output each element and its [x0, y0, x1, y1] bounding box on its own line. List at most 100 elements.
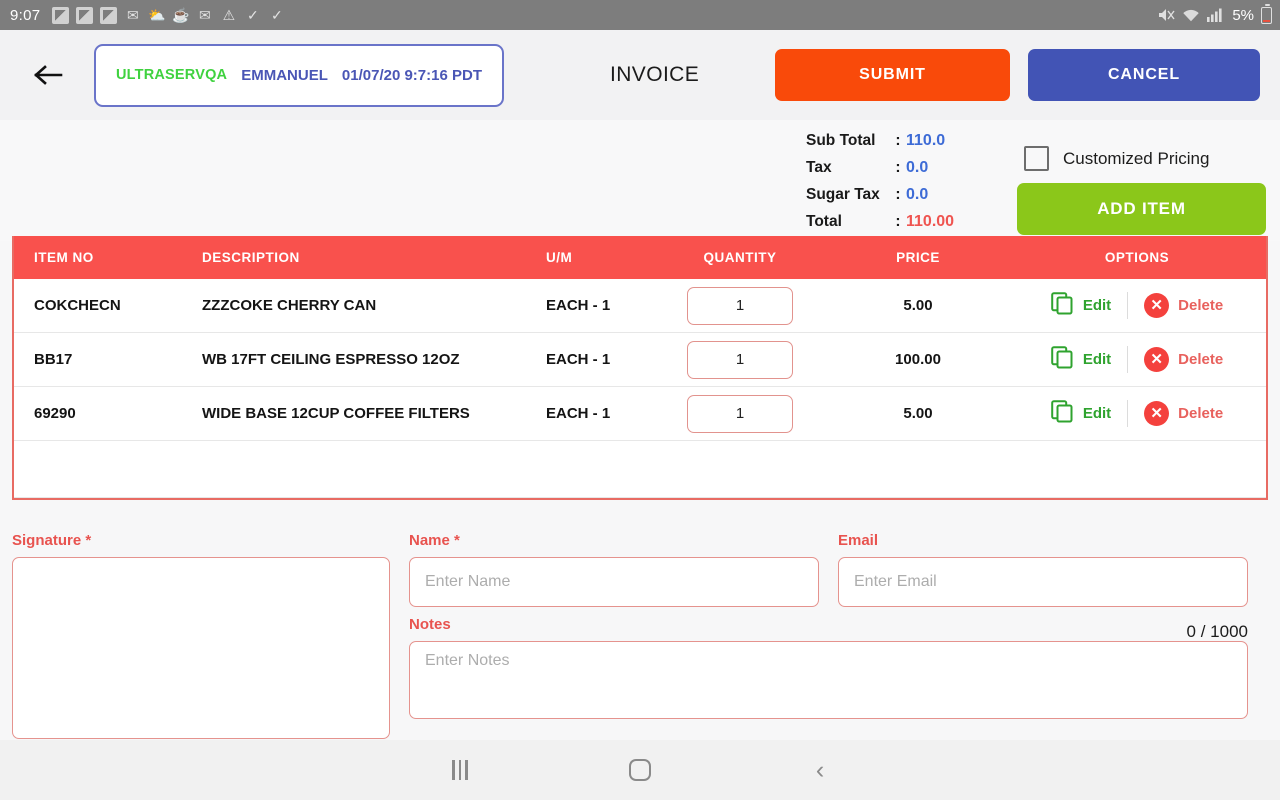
chevron-left-icon: ‹ [815, 755, 825, 784]
totals-block: Sub Total : 110.0 Tax : 0.0 Sugar Tax : … [806, 132, 954, 240]
app-icon [76, 6, 94, 24]
close-icon: ✕ [1144, 293, 1170, 318]
email-field-group: Email [838, 532, 1248, 607]
total-label: Total [806, 213, 842, 230]
quantity-input[interactable] [687, 394, 793, 433]
session-info-chip[interactable]: ULTRASERVQA EMMANUEL 01/07/20 9:7:16 PDT [94, 43, 504, 107]
notes-textarea[interactable] [409, 641, 1248, 719]
quantity-input[interactable] [687, 340, 793, 379]
header-actions: SUBMIT CANCEL [775, 49, 1260, 101]
invoice-items-table: ITEM NO DESCRIPTION U/M QUANTITY PRICE O… [12, 236, 1268, 500]
status-bar-notification-icons: ✉ ⛅ ☕ ✉ ⚠ ✓ ✓ [52, 6, 285, 24]
arrow-left-icon [34, 65, 63, 85]
cell-quantity [652, 394, 828, 433]
gmail-icon: ✉ [127, 6, 139, 23]
cell-description: WB 17FT CEILING ESPRESSO 12OZ [202, 351, 460, 368]
delete-button[interactable]: ✕ Delete [1128, 293, 1239, 318]
signature-field-group: Signature * [12, 532, 390, 739]
subtotal-label: Sub Total [806, 132, 876, 149]
cell-price: 100.00 [895, 351, 941, 368]
add-item-button[interactable]: ADD ITEM [1017, 183, 1266, 235]
session-company-label: ULTRASERVQA [116, 67, 228, 83]
table-row: COKCHECN ZZZCOKE CHERRY CAN EACH - 1 5.0… [14, 279, 1266, 333]
sugar-tax-row: Sugar Tax : 0.0 [806, 186, 954, 213]
home-icon [629, 759, 651, 781]
edit-label: Edit [1082, 351, 1112, 368]
cell-um: EACH - 1 [546, 297, 611, 314]
notes-label: Notes [409, 616, 451, 633]
delete-button[interactable]: ✕ Delete [1128, 401, 1239, 426]
email-input[interactable] [838, 557, 1248, 607]
total-value: 110.00 [906, 213, 955, 230]
app-header: ULTRASERVQA EMMANUEL 01/07/20 9:7:16 PDT… [0, 30, 1280, 120]
sugar-tax-label: Sugar Tax [806, 186, 880, 203]
cell-description: WIDE BASE 12CUP COFFEE FILTERS [202, 405, 470, 422]
tax-value: 0.0 [906, 159, 929, 176]
cancel-button[interactable]: CANCEL [1028, 49, 1260, 101]
invoice-screen: 9:07 ✉ ⛅ ☕ ✉ ⚠ ✓ ✓ 5% ULTRASERVQA EMMANU… [0, 0, 1280, 800]
cell-quantity [652, 340, 828, 379]
cell-options: Edit ✕ Delete [1008, 346, 1266, 373]
delete-label: Delete [1178, 297, 1224, 314]
status-bar: 9:07 ✉ ⛅ ☕ ✉ ⚠ ✓ ✓ 5% [0, 0, 1280, 30]
back-nav-button[interactable]: ‹ [730, 755, 910, 784]
mail-icon: ✉ [199, 6, 211, 23]
cell-um: EACH - 1 [546, 405, 611, 422]
cell-options: Edit ✕ Delete [1008, 400, 1266, 427]
name-input[interactable] [409, 557, 819, 607]
customized-pricing-label: Customized Pricing [1063, 148, 1210, 168]
customized-pricing-toggle[interactable]: Customized Pricing [1024, 146, 1209, 171]
cell-um: EACH - 1 [546, 351, 611, 368]
status-bar-clock: 9:07 [10, 6, 41, 24]
notes-field-group: Notes 0 / 1000 [409, 616, 1248, 724]
column-header-options: OPTIONS [1104, 250, 1170, 265]
wifi-icon [1182, 8, 1200, 23]
tax-colon: : [895, 159, 901, 176]
column-header-quantity: QUANTITY [703, 250, 777, 265]
close-icon: ✕ [1144, 401, 1170, 426]
column-header-description: DESCRIPTION [202, 250, 300, 265]
battery-percent-label: 5% [1232, 6, 1254, 24]
column-header-item-no: ITEM NO [34, 250, 94, 265]
delete-button[interactable]: ✕ Delete [1128, 347, 1239, 372]
battery-icon [1261, 4, 1272, 24]
signature-canvas[interactable] [12, 557, 390, 739]
sugar-tax-colon: : [895, 186, 901, 203]
quantity-input[interactable] [687, 286, 793, 325]
subtotal-value: 110.0 [906, 132, 946, 149]
tax-label: Tax [806, 159, 832, 176]
recents-button[interactable] [370, 760, 550, 780]
back-button[interactable] [26, 52, 72, 98]
edit-label: Edit [1082, 297, 1112, 314]
name-label: Name * [409, 532, 460, 549]
cell-description: ZZZCOKE CHERRY CAN [202, 297, 377, 314]
app-icon [100, 6, 118, 24]
signal-icon [1207, 8, 1223, 22]
name-field-group: Name * [409, 532, 819, 607]
coffee-icon: ☕ [172, 6, 190, 23]
customized-pricing-checkbox[interactable] [1024, 146, 1049, 171]
edit-button[interactable]: Edit [1035, 292, 1127, 319]
weather-icon: ⛅ [148, 6, 166, 23]
home-button[interactable] [550, 759, 730, 781]
tax-row: Tax : 0.0 [806, 159, 954, 186]
close-icon: ✕ [1144, 347, 1170, 372]
table-row: BB17 WB 17FT CEILING ESPRESSO 12OZ EACH … [14, 333, 1266, 387]
total-colon: : [895, 213, 901, 230]
recents-icon [452, 760, 468, 780]
cell-item-no: 69290 [34, 405, 76, 422]
edit-button[interactable]: Edit [1035, 400, 1127, 427]
cell-price: 5.00 [903, 297, 933, 314]
cell-item-no: BB17 [34, 351, 73, 368]
copy-icon [1051, 292, 1074, 319]
session-datetime-label: 01/07/20 9:7:16 PDT [341, 66, 482, 84]
app-icon [52, 6, 70, 24]
submit-button[interactable]: SUBMIT [775, 49, 1010, 101]
signature-label: Signature * [12, 532, 92, 549]
session-user-label: EMMANUEL [241, 66, 328, 84]
signature-form: Signature * Name * Email Notes 0 / 1000 [0, 528, 1280, 740]
cell-item-no: COKCHECN [34, 297, 121, 314]
subtotal-row: Sub Total : 110.0 [806, 132, 954, 159]
delete-label: Delete [1178, 351, 1224, 368]
edit-button[interactable]: Edit [1035, 346, 1127, 373]
